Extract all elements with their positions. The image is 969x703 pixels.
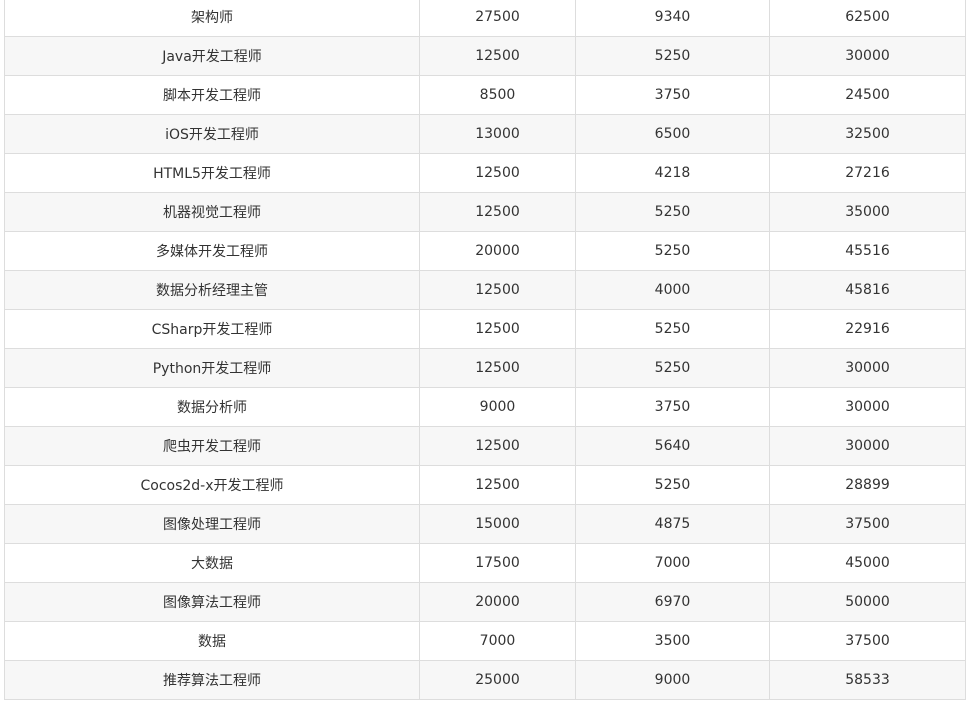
job-title-cell: 数据分析经理主管 — [4, 270, 420, 310]
table-row: HTML5开发工程师 12500 4218 27216 — [4, 153, 966, 193]
job-title-cell: 图像处理工程师 — [4, 504, 420, 544]
value-cell: 45516 — [769, 231, 966, 271]
salary-table-container: 架构师 27500 9340 62500 Java开发工程师 12500 525… — [4, 0, 966, 700]
value-cell: 3750 — [575, 387, 770, 427]
value-cell: 6500 — [575, 114, 770, 154]
value-cell: 20000 — [419, 231, 576, 271]
value-cell: 9000 — [419, 387, 576, 427]
value-cell: 12500 — [419, 348, 576, 388]
table-row: Python开发工程师 12500 5250 30000 — [4, 348, 966, 388]
table-row: 数据分析师 9000 3750 30000 — [4, 387, 966, 427]
value-cell: 3750 — [575, 75, 770, 115]
table-row: 脚本开发工程师 8500 3750 24500 — [4, 75, 966, 115]
value-cell: 35000 — [769, 192, 966, 232]
value-cell: 27500 — [419, 0, 576, 37]
value-cell: 12500 — [419, 309, 576, 349]
value-cell: 12500 — [419, 426, 576, 466]
salary-table: 架构师 27500 9340 62500 Java开发工程师 12500 525… — [4, 0, 966, 700]
value-cell: 27216 — [769, 153, 966, 193]
table-row: iOS开发工程师 13000 6500 32500 — [4, 114, 966, 154]
value-cell: 12500 — [419, 192, 576, 232]
value-cell: 37500 — [769, 504, 966, 544]
value-cell: 32500 — [769, 114, 966, 154]
value-cell: 25000 — [419, 660, 576, 700]
value-cell: 45816 — [769, 270, 966, 310]
value-cell: 9340 — [575, 0, 770, 37]
value-cell: 3500 — [575, 621, 770, 661]
job-title-cell: Python开发工程师 — [4, 348, 420, 388]
table-row: 爬虫开发工程师 12500 5640 30000 — [4, 426, 966, 466]
job-title-cell: iOS开发工程师 — [4, 114, 420, 154]
value-cell: 12500 — [419, 270, 576, 310]
value-cell: 37500 — [769, 621, 966, 661]
value-cell: 12500 — [419, 465, 576, 505]
table-row: 大数据 17500 7000 45000 — [4, 543, 966, 583]
value-cell: 5250 — [575, 309, 770, 349]
value-cell: 30000 — [769, 348, 966, 388]
job-title-cell: Cocos2d-x开发工程师 — [4, 465, 420, 505]
value-cell: 5640 — [575, 426, 770, 466]
value-cell: 4875 — [575, 504, 770, 544]
value-cell: 9000 — [575, 660, 770, 700]
job-title-cell: 数据 — [4, 621, 420, 661]
job-title-cell: 架构师 — [4, 0, 420, 37]
table-row: 图像算法工程师 20000 6970 50000 — [4, 582, 966, 622]
job-title-cell: 脚本开发工程师 — [4, 75, 420, 115]
value-cell: 24500 — [769, 75, 966, 115]
job-title-cell: 多媒体开发工程师 — [4, 231, 420, 271]
job-title-cell: 爬虫开发工程师 — [4, 426, 420, 466]
table-row: 数据 7000 3500 37500 — [4, 621, 966, 661]
value-cell: 5250 — [575, 192, 770, 232]
value-cell: 12500 — [419, 36, 576, 76]
value-cell: 50000 — [769, 582, 966, 622]
job-title-cell: HTML5开发工程师 — [4, 153, 420, 193]
value-cell: 5250 — [575, 465, 770, 505]
value-cell: 7000 — [419, 621, 576, 661]
value-cell: 7000 — [575, 543, 770, 583]
job-title-cell: 数据分析师 — [4, 387, 420, 427]
value-cell: 12500 — [419, 153, 576, 193]
value-cell: 22916 — [769, 309, 966, 349]
value-cell: 17500 — [419, 543, 576, 583]
value-cell: 5250 — [575, 348, 770, 388]
value-cell: 30000 — [769, 36, 966, 76]
value-cell: 45000 — [769, 543, 966, 583]
job-title-cell: 推荐算法工程师 — [4, 660, 420, 700]
value-cell: 6970 — [575, 582, 770, 622]
value-cell: 20000 — [419, 582, 576, 622]
table-row: CSharp开发工程师 12500 5250 22916 — [4, 309, 966, 349]
job-title-cell: CSharp开发工程师 — [4, 309, 420, 349]
value-cell: 15000 — [419, 504, 576, 544]
value-cell: 5250 — [575, 36, 770, 76]
value-cell: 4218 — [575, 153, 770, 193]
job-title-cell: Java开发工程师 — [4, 36, 420, 76]
table-row: 机器视觉工程师 12500 5250 35000 — [4, 192, 966, 232]
job-title-cell: 大数据 — [4, 543, 420, 583]
table-row: Java开发工程师 12500 5250 30000 — [4, 36, 966, 76]
value-cell: 30000 — [769, 426, 966, 466]
table-row: 推荐算法工程师 25000 9000 58533 — [4, 660, 966, 700]
table-row: 架构师 27500 9340 62500 — [4, 0, 966, 37]
table-row: Cocos2d-x开发工程师 12500 5250 28899 — [4, 465, 966, 505]
table-row: 图像处理工程师 15000 4875 37500 — [4, 504, 966, 544]
table-row: 多媒体开发工程师 20000 5250 45516 — [4, 231, 966, 271]
value-cell: 62500 — [769, 0, 966, 37]
value-cell: 8500 — [419, 75, 576, 115]
value-cell: 5250 — [575, 231, 770, 271]
value-cell: 28899 — [769, 465, 966, 505]
job-title-cell: 图像算法工程师 — [4, 582, 420, 622]
value-cell: 30000 — [769, 387, 966, 427]
table-row: 数据分析经理主管 12500 4000 45816 — [4, 270, 966, 310]
value-cell: 4000 — [575, 270, 770, 310]
job-title-cell: 机器视觉工程师 — [4, 192, 420, 232]
value-cell: 13000 — [419, 114, 576, 154]
value-cell: 58533 — [769, 660, 966, 700]
